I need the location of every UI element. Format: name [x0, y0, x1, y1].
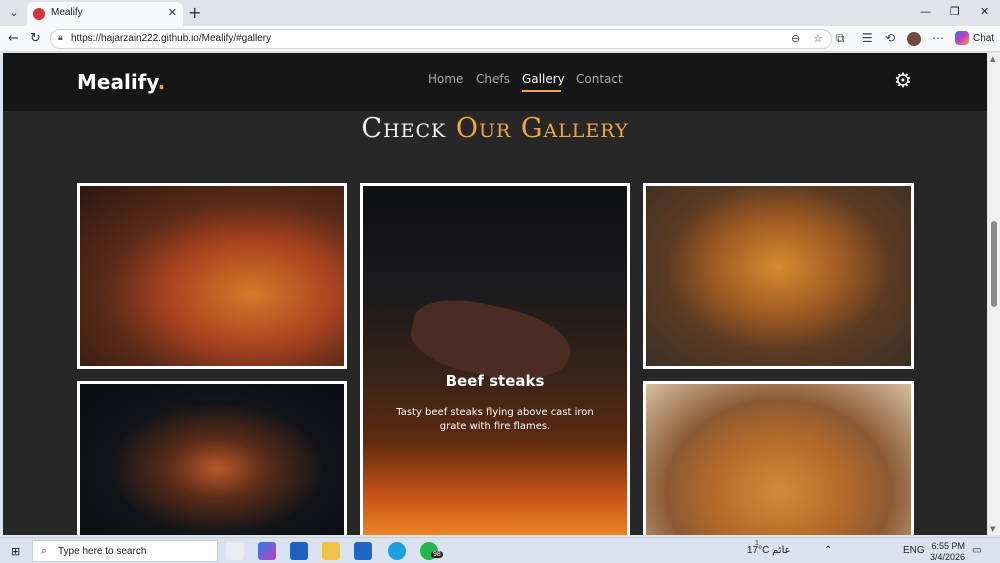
edge-icon[interactable] — [388, 542, 406, 560]
task-view-icon[interactable] — [226, 542, 244, 560]
nav-contact[interactable]: Contact — [576, 72, 623, 86]
gear-icon[interactable]: ⚙ — [892, 69, 914, 91]
avatar[interactable] — [907, 32, 921, 46]
store-icon[interactable] — [290, 542, 308, 560]
extensions-icon[interactable]: ⧉ — [836, 31, 845, 46]
weather-widget[interactable]: 17°C عائم — [747, 545, 791, 556]
site-logo[interactable]: Mealify. — [77, 70, 165, 94]
weather-alert: 1 — [755, 540, 759, 547]
gallery-image-beef-steaks[interactable]: Beef steaks Tasty beef steaks flying abo… — [360, 183, 630, 535]
clock[interactable]: 6:55 PM 3/4/2026 — [925, 541, 965, 563]
scroll-up-icon[interactable]: ▲ — [990, 55, 995, 63]
taskbar: ⊞ ⌕ Type here to search 98 17°C عائم 1 ⌃… — [0, 537, 1000, 563]
more-icon[interactable]: ⋯ — [932, 31, 944, 45]
back-icon[interactable]: ← — [8, 31, 19, 46]
windows-icon[interactable]: ⊞ — [11, 545, 20, 558]
search-icon: ⌕ — [41, 544, 48, 557]
copilot-icon[interactable] — [955, 31, 969, 45]
copilot-taskbar-icon[interactable] — [258, 542, 276, 560]
read-aloud-icon[interactable]: ⊖ — [791, 32, 800, 45]
lock-icon[interactable]: 🔒︎ — [58, 33, 63, 43]
nav-gallery[interactable]: Gallery — [522, 72, 565, 86]
gallery-caption-description: Tasty beef steaks flying above cast iron… — [396, 407, 594, 432]
whatsapp-badge: 98 — [431, 551, 443, 558]
page-viewport: Mealify. Home Chefs Gallery Contact ⚙ Ch… — [3, 53, 987, 535]
site-header: Mealify. Home Chefs Gallery Contact ⚙ — [3, 53, 987, 111]
scroll-thumb[interactable] — [991, 221, 997, 307]
gallery-title: Check Our Gallery — [361, 113, 629, 144]
gallery-caption-title: Beef steaks — [445, 372, 545, 390]
url-field[interactable]: 🔒︎ https://hajarzain222.github.io/Mealif… — [50, 29, 832, 49]
taskbar-search[interactable]: ⌕ Type here to search — [32, 540, 218, 562]
nav-chefs[interactable]: Chefs — [476, 72, 510, 86]
notification-icon[interactable]: ▭ — [972, 545, 981, 556]
tab-favicon-icon — [33, 8, 45, 20]
scrollbar[interactable]: ▲ ▼ — [988, 53, 1000, 535]
history-icon[interactable]: ⟲ — [885, 31, 895, 45]
tab-strip: ⌄ Mealify ✕ + — ❐ ✕ — [0, 0, 1000, 26]
minimize-icon[interactable]: — — [920, 5, 931, 18]
address-bar: ← ↻ 🔒︎ https://hajarzain222.github.io/Me… — [0, 26, 1000, 52]
close-icon[interactable]: ✕ — [168, 6, 177, 19]
search-placeholder: Type here to search — [58, 546, 147, 557]
chevron-up-icon[interactable]: ⌃ — [824, 545, 832, 556]
window-close-icon[interactable]: ✕ — [980, 5, 989, 18]
gallery-image-burger[interactable] — [643, 183, 914, 369]
chat-button[interactable]: Chat — [973, 33, 994, 44]
gallery-image-fried-chicken[interactable] — [643, 381, 914, 535]
scroll-down-icon[interactable]: ▼ — [990, 525, 995, 533]
gallery-image-pizza[interactable] — [77, 183, 347, 369]
star-icon[interactable]: ☆ — [813, 32, 823, 45]
favorites-icon[interactable]: ☰ — [862, 31, 873, 45]
maximize-icon[interactable]: ❐ — [950, 5, 960, 18]
file-explorer-icon[interactable] — [322, 542, 340, 560]
gallery-image-pizza-slices[interactable] — [77, 381, 347, 535]
outlook-icon[interactable] — [354, 542, 372, 560]
browser-tab[interactable]: Mealify ✕ — [27, 2, 183, 26]
language-indicator[interactable]: ENG — [903, 545, 925, 556]
nav-home[interactable]: Home — [428, 72, 463, 86]
tab-title: Mealify — [51, 7, 83, 18]
url-text[interactable]: https://hajarzain222.github.io/Mealify/#… — [71, 33, 271, 44]
chevron-down-icon[interactable]: ⌄ — [4, 4, 24, 22]
refresh-icon[interactable]: ↻ — [30, 31, 41, 46]
plus-icon[interactable]: + — [188, 3, 201, 22]
nav-active-underline — [522, 90, 561, 92]
